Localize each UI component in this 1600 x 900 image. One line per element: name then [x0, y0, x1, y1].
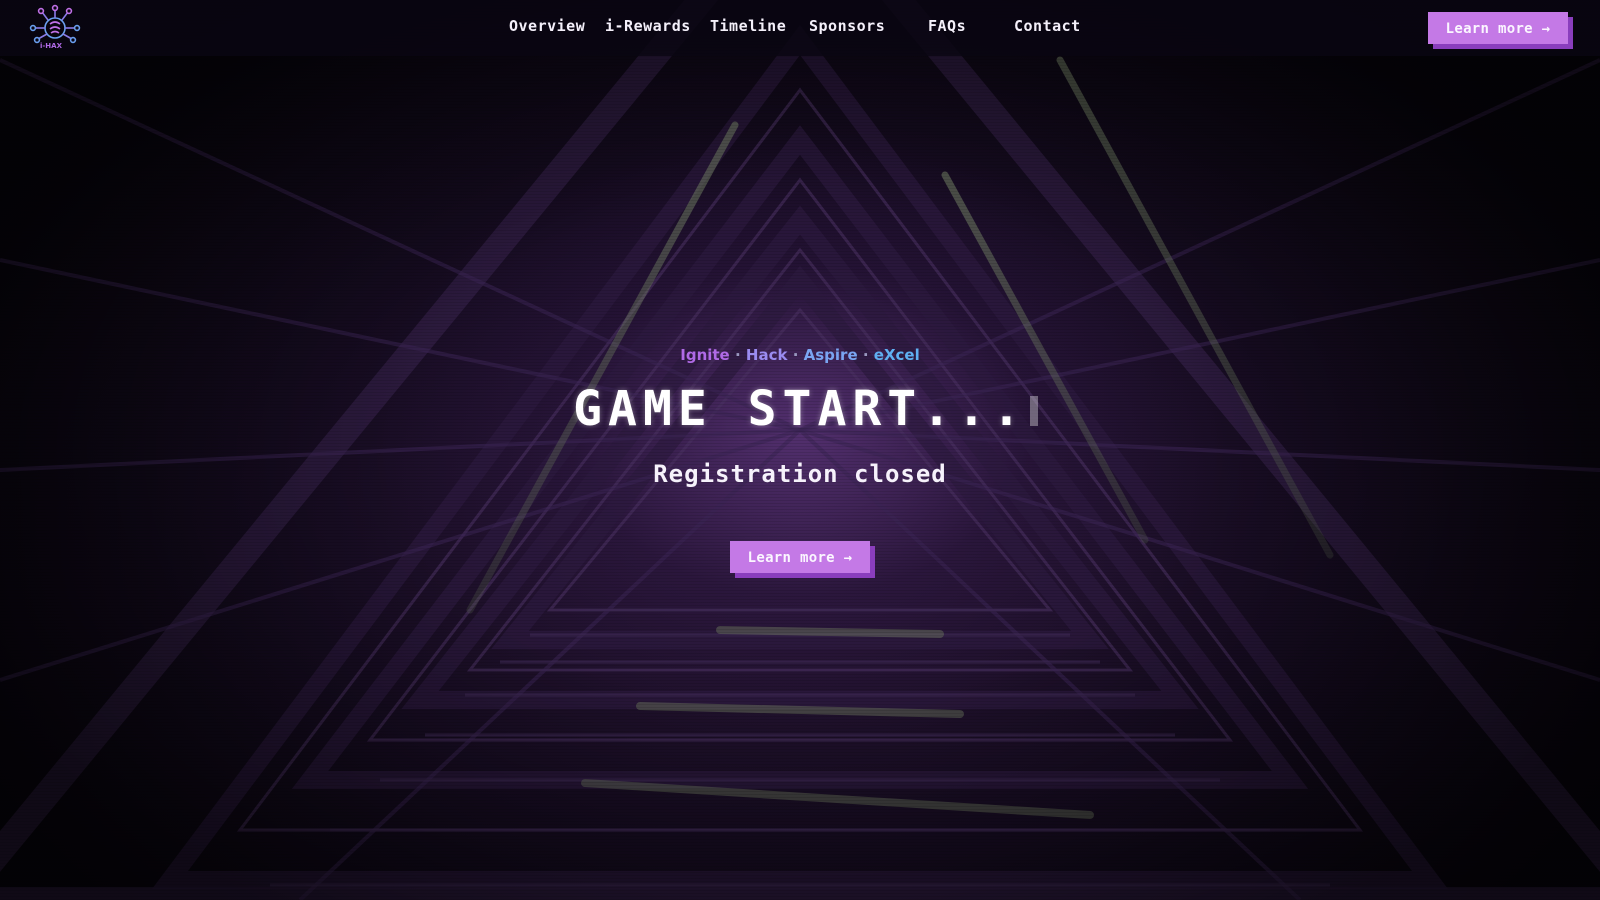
nav-item-overview[interactable]: Overview — [509, 17, 585, 35]
hero-background — [0, 0, 1600, 900]
tagline-separator: · — [792, 346, 799, 364]
main-nav: Overview i-Rewards Timeline Sponsors FAQ… — [0, 0, 1600, 56]
header-learn-more-button[interactable]: Learn more → — [1428, 12, 1568, 44]
tagline-separator: · — [734, 346, 741, 364]
hero-learn-more-button[interactable]: Learn more → — [730, 541, 870, 573]
nav-item-faqs[interactable]: FAQs — [928, 17, 966, 35]
hero-subtitle: Registration closed — [653, 460, 947, 488]
nav-item-contact[interactable]: Contact — [1014, 17, 1081, 35]
tagline-separator: · — [862, 346, 869, 364]
hero-tagline: Ignite · Hack · Aspire · eXcel — [0, 346, 1600, 364]
hero-title: GAME START... — [573, 381, 1027, 437]
typing-cursor — [1030, 396, 1038, 426]
nav-item-i-rewards[interactable]: i-Rewards — [605, 17, 691, 35]
tagline-word-excel: eXcel — [873, 346, 920, 364]
triangle-tunnel-graphic — [0, 0, 1600, 900]
top-navbar: i-HAX Overview i-Rewards Timeline Sponso… — [0, 0, 1600, 56]
nav-item-timeline[interactable]: Timeline — [710, 17, 786, 35]
tagline-word-aspire: Aspire — [803, 346, 858, 364]
nav-item-sponsors[interactable]: Sponsors — [809, 17, 885, 35]
tagline-word-hack: Hack — [745, 346, 788, 364]
tagline-word-ignite: Ignite — [680, 346, 730, 364]
